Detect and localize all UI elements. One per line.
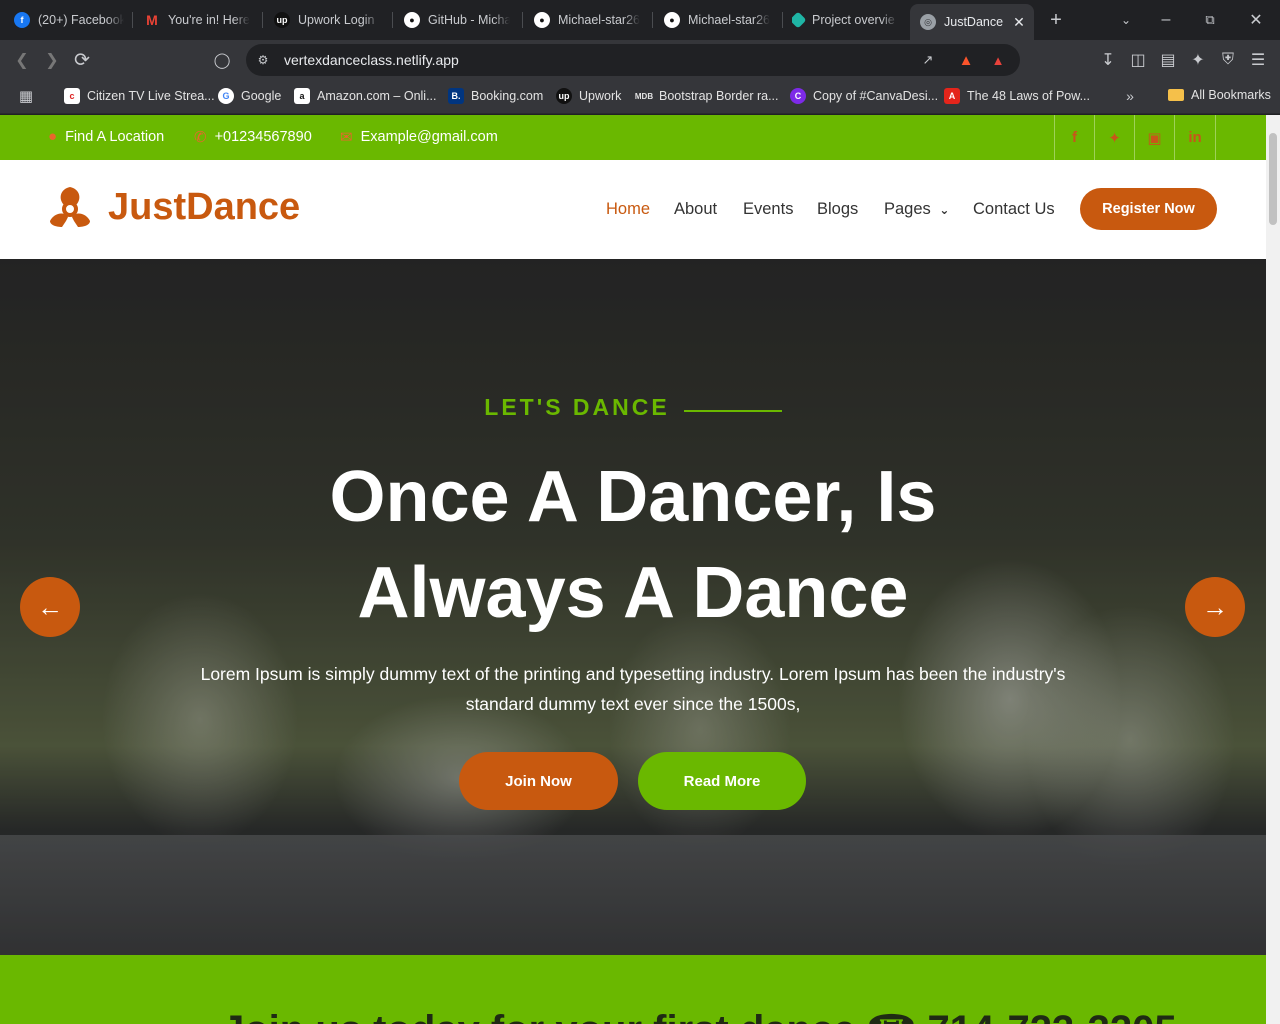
github-icon: ● <box>534 12 550 28</box>
bookmark-icon[interactable]: ◯ <box>210 48 234 72</box>
email-link[interactable]: ✉ Example@gmail.com <box>340 128 498 146</box>
bookmark-item[interactable]: c Citizen TV Live Strea... <box>64 88 215 104</box>
page-scrollbar[interactable] <box>1266 115 1280 1024</box>
nav-events[interactable]: Events <box>743 200 793 219</box>
upwork-icon: up <box>556 88 572 104</box>
sidebar-icon[interactable]: ◫ <box>1126 48 1150 72</box>
browser-toolbar: ❮ ❯ ⟳ ◯ ⚙ vertexdanceclass.netlify.app ↗… <box>0 40 1280 80</box>
cta-band: Join us today for your first dance ☎ 714… <box>0 955 1266 1024</box>
register-button[interactable]: Register Now <box>1080 188 1217 230</box>
vpn-icon[interactable]: ⛨ <box>1216 48 1240 72</box>
project-icon <box>792 11 807 29</box>
read-more-button[interactable]: Read More <box>638 752 806 810</box>
twitter-icon[interactable]: ✦ <box>1094 115 1134 160</box>
globe-icon: ◎ <box>920 14 936 30</box>
brand-name: JustDance <box>108 185 301 228</box>
nav-about[interactable]: About <box>674 200 717 219</box>
adobe-icon: A <box>944 88 960 104</box>
upwork-icon: up <box>274 12 290 28</box>
more-bookmarks-chevron-icon[interactable]: » <box>1120 86 1140 106</box>
github-icon: ● <box>404 12 420 28</box>
all-bookmarks-folder[interactable]: All Bookmarks <box>1168 88 1271 102</box>
main-navbar: JustDance Home About Events Blogs Pages … <box>0 160 1266 259</box>
brave-rewards-icon[interactable]: ▲ <box>988 50 1008 70</box>
address-bar[interactable]: ⚙ vertexdanceclass.netlify.app ↗ ▲ ▲ <box>246 44 1020 76</box>
linkedin-icon[interactable]: in <box>1174 115 1216 160</box>
brand-logo[interactable]: JustDance <box>46 185 300 229</box>
forward-icon[interactable]: ❯ <box>40 48 64 72</box>
bookmark-item[interactable]: B. Booking.com <box>448 88 543 104</box>
google-icon: G <box>218 88 234 104</box>
back-icon[interactable]: ❮ <box>10 48 34 72</box>
share-icon[interactable]: ↗ <box>918 50 938 70</box>
folder-icon <box>1168 89 1184 101</box>
canva-icon: C <box>790 88 806 104</box>
citizen-icon: c <box>64 88 80 104</box>
apps-grid-icon[interactable]: ▦ <box>16 86 36 106</box>
url-text[interactable]: vertexdanceclass.netlify.app <box>284 52 459 68</box>
mdb-icon: MDB <box>634 91 654 101</box>
nav-blogs[interactable]: Blogs <box>817 200 858 219</box>
bookmark-item[interactable]: MDB Bootstrap Border ra... <box>634 88 779 104</box>
join-now-button[interactable]: Join Now <box>459 752 618 810</box>
instagram-icon[interactable]: ▣ <box>1134 115 1174 160</box>
phone-icon: ✆ <box>194 129 207 146</box>
biohazard-logo-icon <box>50 187 90 227</box>
bookmark-item[interactable]: a Amazon.com – Onli... <box>294 88 437 104</box>
leo-ai-icon[interactable]: ✦ <box>1186 48 1210 72</box>
menu-icon[interactable]: ☰ <box>1246 48 1270 72</box>
chevron-down-icon: ⌄ <box>939 203 950 217</box>
top-info-bar: ● Find A Location ✆ +01234567890 ✉ Examp… <box>0 115 1266 160</box>
browser-tab[interactable]: M You're in! Here <box>144 6 250 34</box>
phone-link[interactable]: ✆ +01234567890 <box>194 128 312 146</box>
tab-search-chevron-icon[interactable]: ⌄ <box>1114 8 1138 32</box>
browser-tab-active[interactable]: ◎ JustDance ✕ <box>910 4 1034 40</box>
subtitle-line <box>683 409 782 412</box>
bookmark-item[interactable]: up Upwork <box>556 88 621 104</box>
download-icon[interactable]: ↧ <box>1096 48 1120 72</box>
browser-tab-strip: f (20+) Facebook M You're in! Here up Up… <box>0 0 1280 40</box>
location-link[interactable]: ● Find A Location <box>48 128 164 145</box>
facebook-icon[interactable]: f <box>1054 115 1094 160</box>
browser-tab[interactable]: f (20+) Facebook <box>14 6 124 34</box>
browser-tab[interactable]: ● GitHub - Micha <box>404 6 510 34</box>
slider-prev-arrow-icon[interactable]: ← <box>20 577 80 637</box>
hero-subtitle: LET'S DANCE <box>0 394 1266 421</box>
new-tab-icon[interactable]: + <box>1044 8 1068 32</box>
hero-description: Lorem Ipsum is simply dummy text of the … <box>200 664 1066 714</box>
bookmark-item[interactable]: C Copy of #CanvaDesi... <box>790 88 938 104</box>
nav-contact[interactable]: Contact Us <box>973 200 1055 219</box>
site-settings-icon[interactable]: ⚙ <box>254 51 272 69</box>
minimize-icon[interactable]: – <box>1154 8 1178 32</box>
browser-tab[interactable]: ● Michael-star26 <box>534 6 640 34</box>
wallet-icon[interactable]: ▤ <box>1156 48 1180 72</box>
facebook-icon: f <box>14 12 30 28</box>
booking-icon: B. <box>448 88 464 104</box>
browser-tab[interactable]: up Upwork Login <box>274 6 380 34</box>
hero-slider: LET'S DANCE Once A Dancer, Is Always A D… <box>0 259 1266 955</box>
github-icon: ● <box>664 12 680 28</box>
cta-text: Join us today for your first dance ☎ 714… <box>222 1007 1177 1024</box>
scrollbar-thumb[interactable] <box>1269 133 1277 225</box>
envelope-icon: ✉ <box>340 129 353 146</box>
slider-next-arrow-icon[interactable]: → <box>1185 577 1245 637</box>
map-pin-icon: ● <box>48 128 58 145</box>
gmail-icon: M <box>146 12 158 28</box>
bookmark-item[interactable]: A The 48 Laws of Pow... <box>944 88 1090 104</box>
nav-home[interactable]: Home <box>606 200 650 219</box>
nav-pages[interactable]: Pages ⌄ <box>884 200 949 219</box>
browser-tab[interactable]: ● Michael-star26 <box>664 6 770 34</box>
bookmark-item[interactable]: G Google <box>218 88 281 104</box>
restore-icon[interactable]: ⧉ <box>1198 8 1222 32</box>
browser-tab[interactable]: Project overvie <box>792 6 898 34</box>
page-viewport: ● Find A Location ✆ +01234567890 ✉ Examp… <box>0 115 1280 1024</box>
close-tab-icon[interactable]: ✕ <box>1013 14 1025 31</box>
bookmarks-bar: ▦ c Citizen TV Live Strea... G Google a … <box>0 80 1280 114</box>
close-window-icon[interactable]: ✕ <box>1244 8 1268 32</box>
brave-shields-icon[interactable]: ▲ <box>956 50 976 70</box>
amazon-icon: a <box>294 88 310 104</box>
reload-icon[interactable]: ⟳ <box>70 48 94 72</box>
hero-title: Once A Dancer, Is Always A Dance <box>329 457 937 633</box>
